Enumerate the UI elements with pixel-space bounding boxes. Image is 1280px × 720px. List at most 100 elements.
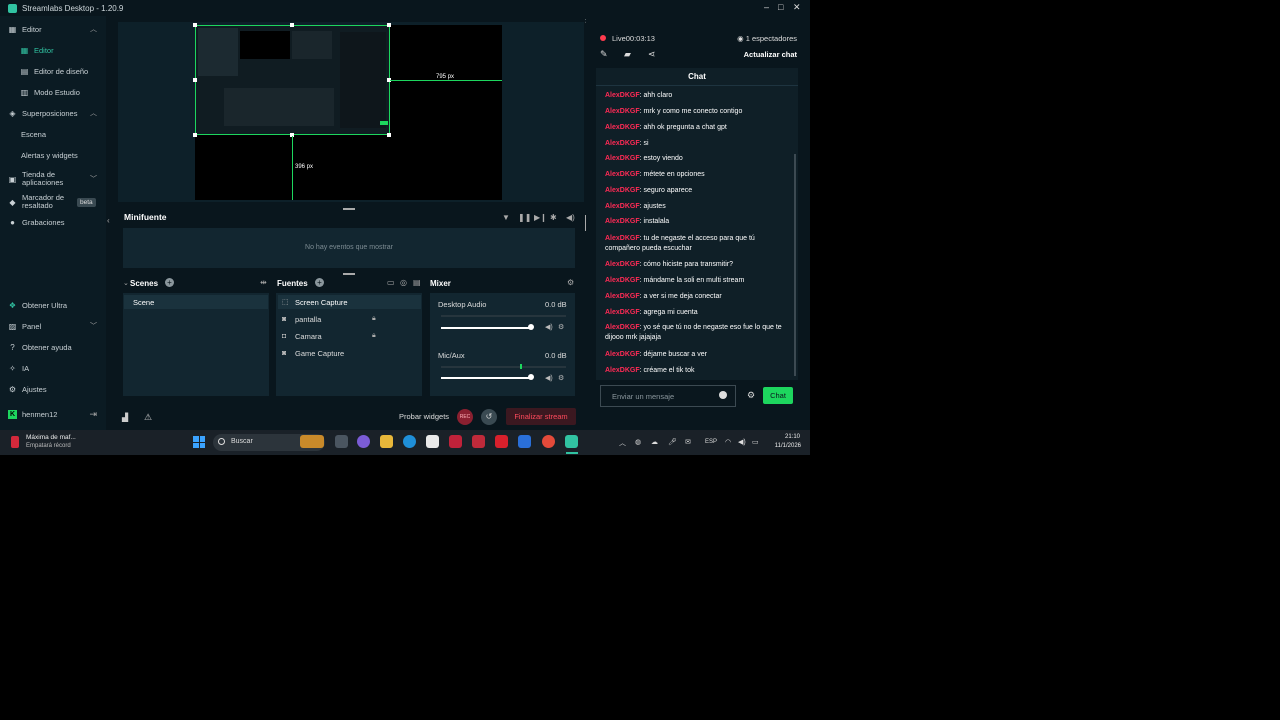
pause-icon[interactable]: ❚❚ [518,213,531,222]
add-folder-icon[interactable]: ▤ [413,278,421,287]
close-button[interactable]: ✕ [793,2,801,13]
refresh-chat-button[interactable]: Actualizar chat [744,50,797,59]
chat-username[interactable]: AlexDKGF [605,171,640,178]
weather-widget-icon[interactable] [11,436,19,448]
sidebar-item-overlays[interactable]: ◈ Superposiciones ︿ [0,105,106,121]
clock-time[interactable]: 21:10 [778,434,800,440]
sidebar-item-alerts-widgets[interactable]: Alertas y widgets [0,147,106,163]
sidebar-item-scene[interactable]: Escena [0,126,106,142]
sidebar-item-editor-group[interactable]: ▦ Editor ︿ [0,21,106,37]
folder-icon[interactable]: ▰ [624,49,631,60]
source-row[interactable]: ◙ Game Capture [278,346,421,360]
skip-icon[interactable]: ▶❙ [534,213,547,222]
screen-capture-source-preview[interactable] [195,25,390,135]
chat-username[interactable]: AlexDKGF [605,187,640,194]
edit-icon[interactable]: ✎ [600,49,608,60]
weather-headline[interactable]: Máxima de maf... [26,434,76,441]
tray-app-icon[interactable]: ◍ [635,438,641,446]
end-stream-button[interactable]: Finalizar stream [506,408,576,425]
sidebar-item-ai[interactable]: ✧ IA [0,360,106,376]
performance-icon[interactable]: ▟ [122,413,128,422]
source-filters-icon[interactable]: ◎ [400,278,407,287]
edge-icon[interactable] [403,435,416,448]
mixer-settings-icon[interactable]: ⚙ [567,278,574,287]
chat-scrollbar[interactable] [794,154,796,376]
volume-slider[interactable] [441,377,531,379]
chevron-down-icon[interactable]: ⌄ [123,279,129,287]
sidebar-item-dashboard[interactable]: ▨ Panel ﹀ [0,318,106,334]
file-explorer-icon[interactable] [380,435,393,448]
sidebar-item-ultra[interactable]: ❖ Obtener Ultra [0,297,106,313]
chat-username[interactable]: AlexDKGF [605,324,640,331]
microphone-icon[interactable]: 🎤︎ [668,438,677,446]
sidebar-item-help[interactable]: ? Obtener ayuda [0,339,106,355]
sidebar-item-account[interactable]: K henmen12 ⇥ [0,406,106,422]
collapse-sidebar-icon[interactable]: ‹ [107,216,110,225]
sidebar-item-layout-editor[interactable]: ▤ Editor de diseño [0,63,106,79]
language-indicator[interactable]: ESP [705,439,717,445]
mcafee-icon[interactable] [449,435,462,448]
windows-start-icon[interactable] [193,436,205,448]
sidebar-item-settings[interactable]: ⚙ Ajustes [0,381,106,397]
store-icon[interactable] [426,435,439,448]
chat-username[interactable]: AlexDKGF [605,293,640,300]
mail-icon[interactable] [518,435,531,448]
volume-icon[interactable]: ◀) [738,438,746,446]
logout-icon[interactable]: ⇥ [89,409,97,420]
chat-username[interactable]: AlexDKGF [605,261,640,268]
add-scene-icon[interactable]: + [165,278,174,287]
chat-username[interactable]: AlexDKGF [605,108,640,115]
chevron-up-icon[interactable]: ︿ [619,438,626,448]
dock-resize-grip[interactable] [343,273,355,275]
settings-icon[interactable]: ✱ [550,213,557,222]
add-source-icon[interactable]: + [315,278,324,287]
chat-username[interactable]: AlexDKGF [605,367,640,374]
resize-handle[interactable] [193,133,197,137]
battery-icon[interactable]: ▭ [752,438,759,446]
resize-handle[interactable] [193,23,197,27]
source-row[interactable]: ◘ Camara 🔒︎ [278,329,421,343]
sidebar-item-editor[interactable]: ▦ Editor [0,42,106,58]
sidebar-item-app-store[interactable]: ▣ Tienda de aplicaciones ﹀ [0,169,106,189]
chat-username[interactable]: AlexDKGF [605,140,640,147]
volume-slider-knob[interactable] [528,374,534,380]
volume-icon[interactable]: ◀) [566,213,575,222]
chat-username[interactable]: AlexDKGF [605,351,640,358]
volume-slider[interactable] [441,327,531,329]
sidebar-item-studio-mode[interactable]: ▥ Modo Estudio [0,84,106,100]
resize-handle[interactable] [387,133,391,137]
gear-icon[interactable]: ⚙ [558,323,564,331]
scene-transitions-icon[interactable]: ⇹ [260,278,267,287]
chat-username[interactable]: AlexDKGF [605,155,640,162]
chat-username[interactable]: AlexDKGF [605,309,640,316]
chat-send-button[interactable]: Chat [763,387,793,404]
share-icon[interactable]: ⋖ [648,49,656,60]
chat-input[interactable]: Enviar un mensaje [600,385,736,407]
lock-icon[interactable]: 🔒︎ [372,332,376,340]
replay-buffer-icon[interactable]: ↺ [481,409,497,425]
chat-username[interactable]: AlexDKGF [605,235,640,242]
source-row[interactable]: ◙ pantalla 🔒︎ [278,312,421,326]
gear-icon[interactable]: ⚙ [558,374,564,382]
source-properties-icon[interactable]: ▭ [387,278,395,287]
task-view-icon[interactable] [335,435,348,448]
lock-icon[interactable]: 🔒︎ [372,315,376,323]
chrome-icon[interactable] [542,435,555,448]
speaker-icon[interactable]: ◀) [545,323,553,331]
chat-username[interactable]: AlexDKGF [605,277,640,284]
streamlabs-taskbar-icon[interactable] [565,435,578,448]
volume-slider-knob[interactable] [528,324,534,330]
chat-username[interactable]: AlexDKGF [605,203,640,210]
sidebar-item-highlighter[interactable]: ◆ Marcador de resaltado beta [0,192,106,212]
filter-icon[interactable]: ▼ [502,213,510,222]
clock-date[interactable]: 11/1/2026 [769,443,801,449]
gear-icon[interactable]: ⚙ [747,390,755,401]
speaker-icon[interactable]: ◀) [545,374,553,382]
resize-handle[interactable] [193,78,197,82]
chat-username[interactable]: AlexDKGF [605,124,640,131]
wifi-icon[interactable]: ◠ [725,438,731,446]
tray-mail-icon[interactable]: ✉ [685,438,691,446]
scene-item[interactable]: Scene [124,295,268,309]
source-row[interactable]: ⬚ Screen Capture [278,295,421,309]
chat-username[interactable]: AlexDKGF [605,92,640,99]
